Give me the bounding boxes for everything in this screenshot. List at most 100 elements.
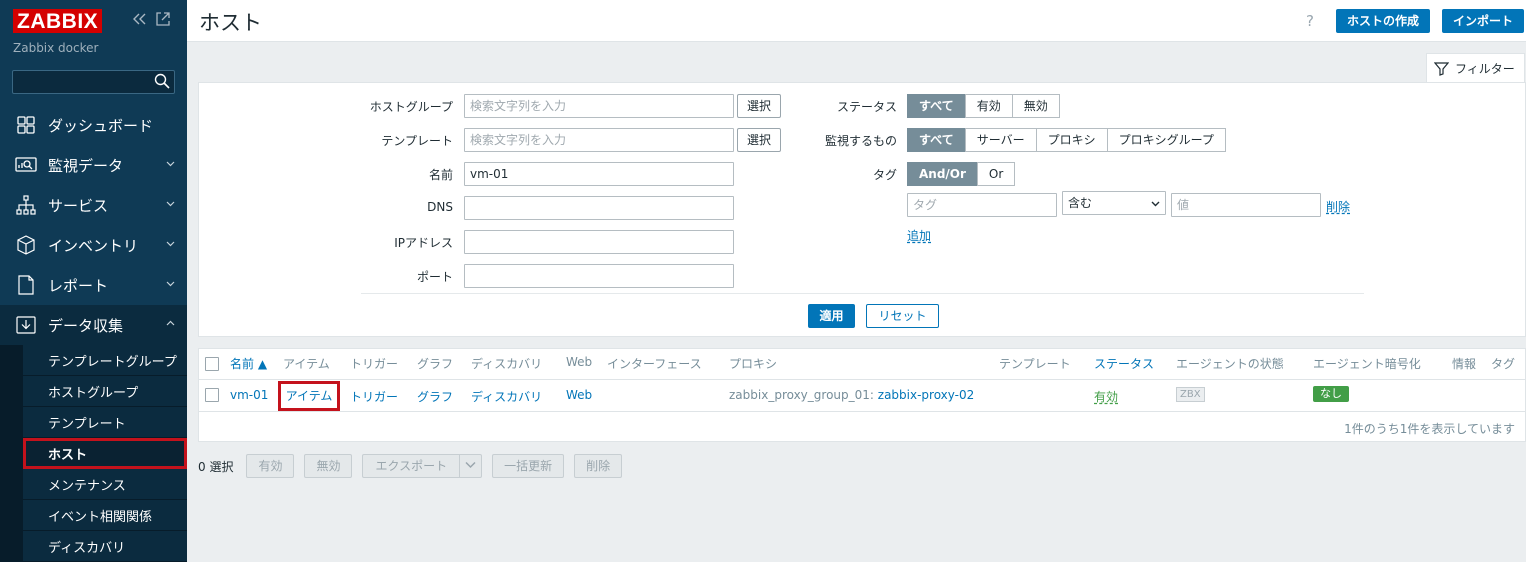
status-enabled[interactable]: 有効: [964, 94, 1013, 118]
template-label: テンプレート: [381, 134, 453, 148]
menu-monitoring[interactable]: 監視データ: [0, 145, 187, 185]
status-disabled[interactable]: 無効: [1011, 94, 1060, 118]
header-graphs: グラフ: [417, 357, 454, 371]
page-header: ホスト ? ホストの作成 インポート: [187, 0, 1526, 42]
monitored-proxy[interactable]: プロキシ: [1035, 128, 1108, 152]
enable-button[interactable]: 有効: [246, 454, 295, 478]
menu-data-collection[interactable]: データ収集: [0, 305, 187, 345]
submenu-hosts[interactable]: ホスト: [23, 438, 187, 469]
chevron-down-icon: [166, 281, 175, 287]
chevron-down-icon: [465, 461, 476, 469]
menu-label: データ収集: [48, 316, 124, 335]
submenu-host-groups[interactable]: ホストグループ: [23, 376, 187, 407]
proxy-cell: zabbix_proxy_group_01: zabbix-proxy-02: [729, 388, 974, 402]
monitored-by-toggle: すべて サーバー プロキシ プロキシグループ: [907, 128, 1226, 152]
header-status[interactable]: ステータス: [1094, 355, 1154, 372]
tag-value-input[interactable]: 値: [1171, 193, 1321, 217]
host-name-link[interactable]: vm-01: [230, 388, 268, 402]
apply-button[interactable]: 適用: [808, 304, 855, 328]
disable-button[interactable]: 無効: [304, 454, 353, 478]
tag-mode-and-or[interactable]: And/Or: [907, 162, 978, 186]
inventory-cube-icon: [15, 234, 37, 256]
status-link[interactable]: 有効: [1094, 388, 1118, 405]
dns-input[interactable]: [464, 196, 734, 220]
triggers-link[interactable]: トリガー: [350, 388, 398, 405]
header-divider: [199, 379, 1525, 380]
monitored-all[interactable]: すべて: [907, 128, 966, 152]
header-name[interactable]: 名前 ▲: [230, 355, 267, 372]
menu-inventory[interactable]: インベントリ: [0, 225, 187, 265]
name-label: 名前: [428, 168, 453, 182]
filter-tab[interactable]: フィルター: [1426, 53, 1525, 82]
menu-label: サービス: [48, 196, 109, 215]
filter-icon: [1434, 61, 1449, 76]
host-group-input[interactable]: 検索文字列を入力: [464, 94, 734, 118]
web-link[interactable]: Web: [566, 388, 592, 402]
port-input[interactable]: [464, 264, 734, 288]
header-items: アイテム: [283, 357, 330, 371]
ip-label: IPアドレス: [394, 236, 453, 250]
zabbix-logo[interactable]: ZABBIX: [13, 9, 103, 33]
reports-icon: [15, 274, 37, 296]
monitored-server[interactable]: サーバー: [964, 128, 1037, 152]
kiosk-mode-icon[interactable]: [155, 11, 171, 31]
search-icon[interactable]: [153, 72, 171, 90]
delete-button[interactable]: 削除: [574, 454, 623, 478]
submenu-templates[interactable]: テンプレート: [23, 407, 187, 438]
help-icon[interactable]: ?: [1306, 12, 1314, 30]
dns-label: DNS: [427, 200, 453, 214]
header-templates: テンプレート: [999, 357, 1071, 371]
proxy-link[interactable]: zabbix-proxy-02: [878, 388, 975, 402]
export-dropdown[interactable]: [460, 454, 483, 478]
import-button[interactable]: インポート: [1442, 9, 1525, 33]
instance-name: Zabbix docker: [13, 41, 99, 55]
main-content: ホスト ? ホストの作成 インポート フィルター ホストグループ 検索文字列を入…: [187, 0, 1526, 562]
export-button[interactable]: エクスポート: [362, 454, 461, 478]
sidebar-search-input[interactable]: [12, 70, 175, 94]
collapse-sidebar-icon[interactable]: [131, 11, 147, 31]
tag-name-input[interactable]: タグ: [907, 193, 1057, 217]
header-agent-status: エージェントの状態: [1176, 357, 1284, 371]
template-select-button[interactable]: 選択: [737, 128, 782, 152]
tag-operator-select[interactable]: 含む: [1062, 191, 1166, 215]
remove-tag-link[interactable]: 削除: [1326, 198, 1350, 215]
tags-label: タグ: [872, 168, 897, 182]
create-host-button[interactable]: ホストの作成: [1336, 9, 1431, 33]
template-input[interactable]: 検索文字列を入力: [464, 128, 734, 152]
sidebar: ZABBIX Zabbix docker ダッシュボード 監視データ サービス …: [0, 0, 187, 562]
main-menu: ダッシュボード 監視データ サービス インベントリ レポート データ収集 テンプ…: [0, 105, 187, 562]
reset-button[interactable]: リセット: [866, 304, 939, 328]
menu-label: レポート: [48, 276, 109, 295]
header-interface: インターフェース: [607, 357, 702, 371]
header-info: 情報: [1452, 357, 1477, 371]
submenu-discovery[interactable]: ディスカバリ: [23, 531, 187, 562]
menu-services[interactable]: サービス: [0, 185, 187, 225]
page-title: ホスト: [199, 11, 262, 35]
monitoring-icon: [15, 154, 37, 176]
menu-dashboard[interactable]: ダッシュボード: [0, 105, 187, 145]
status-all[interactable]: すべて: [907, 94, 966, 118]
discovery-link[interactable]: ディスカバリ: [471, 388, 542, 405]
tag-operator-value: 含む: [1068, 196, 1093, 210]
name-input[interactable]: vm-01: [464, 162, 734, 186]
proxy-group-name: zabbix_proxy_group_01: [729, 388, 870, 402]
row-checkbox[interactable]: [205, 388, 219, 402]
submenu-maintenance[interactable]: メンテナンス: [23, 469, 187, 500]
filter-panel: ホストグループ 検索文字列を入力 選択 テンプレート 検索文字列を入力 選択 名…: [198, 82, 1526, 337]
items-link[interactable]: アイテム: [278, 381, 340, 411]
host-group-select-button[interactable]: 選択: [737, 94, 782, 118]
select-all-checkbox[interactable]: [205, 357, 219, 371]
tag-mode-or[interactable]: Or: [976, 162, 1016, 186]
agent-status-badge: ZBX: [1176, 387, 1205, 402]
ip-input[interactable]: [464, 230, 734, 254]
graphs-link[interactable]: グラフ: [417, 388, 453, 405]
submenu-event-correlation[interactable]: イベント相関関係: [23, 500, 187, 531]
monitored-by-label: 監視するもの: [824, 134, 897, 148]
monitored-proxy-group[interactable]: プロキシグループ: [1106, 128, 1226, 152]
chevron-up-icon: [166, 320, 175, 326]
menu-reports[interactable]: レポート: [0, 265, 187, 305]
mass-update-button[interactable]: 一括更新: [492, 454, 565, 478]
submenu-template-groups[interactable]: テンプレートグループ: [23, 345, 187, 376]
chevron-down-icon: [1151, 201, 1160, 207]
add-tag-link[interactable]: 追加: [907, 227, 931, 244]
